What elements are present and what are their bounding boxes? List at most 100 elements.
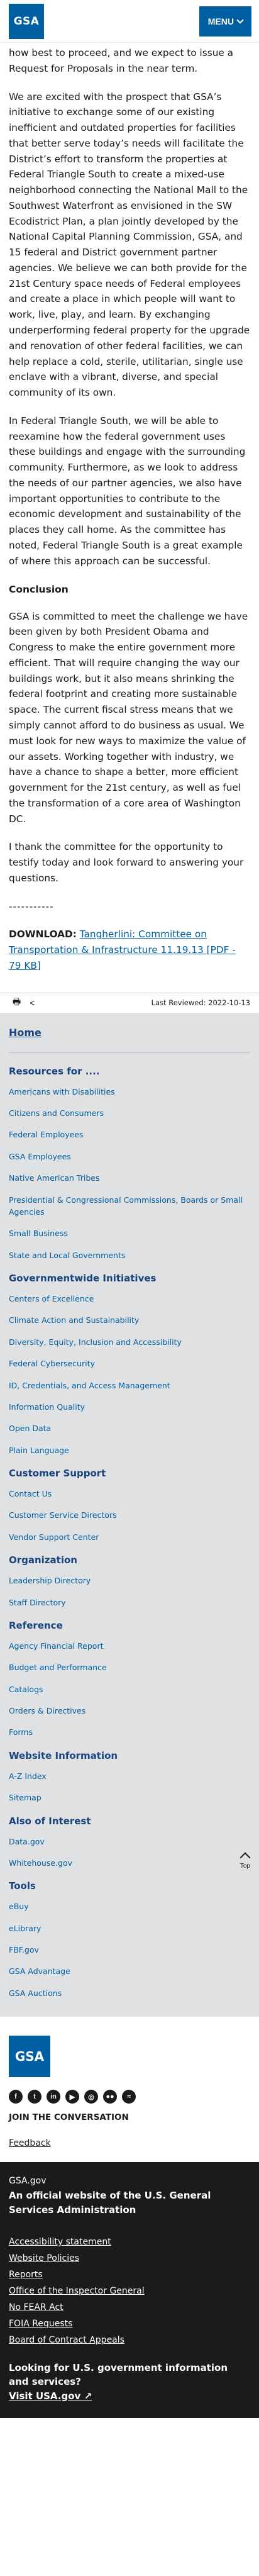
footer-link-list: A-Z Index Sitemap <box>9 1770 250 1804</box>
footer-link-list: Americans with Disabilities Citizens and … <box>9 1086 250 1261</box>
footer-link[interactable]: Catalogs <box>9 1685 43 1694</box>
footer-link[interactable]: Diversity, Equity, Inclusion and Accessi… <box>9 1337 182 1347</box>
footer-link[interactable]: Leadership Directory <box>9 1576 91 1585</box>
footer-link-list: Leadership Directory Staff Directory <box>9 1575 250 1609</box>
footer-link[interactable]: Open Data <box>9 1424 51 1433</box>
identifier-link[interactable]: Reports <box>9 2270 43 2280</box>
footer-link[interactable]: Vendor Support Center <box>9 1532 99 1542</box>
footer-link[interactable]: Staff Directory <box>9 1598 66 1607</box>
footer-link[interactable]: Federal Cybersecurity <box>9 1359 95 1368</box>
footer-link[interactable]: Native American Tribes <box>9 1173 99 1183</box>
footer-link-item: State and Local Governments <box>9 1249 250 1261</box>
footer-link-item: Information Quality <box>9 1401 250 1413</box>
footer-link[interactable]: Whitehouse.gov <box>9 1858 72 1868</box>
footer-link-item: Americans with Disabilities <box>9 1086 250 1098</box>
footer-link[interactable]: GSA Auctions <box>9 1988 62 1998</box>
footer-link-item: A-Z Index <box>9 1770 250 1782</box>
gsa-footer-logo[interactable]: GSA <box>9 2036 50 2078</box>
footer-link[interactable]: Americans with Disabilities <box>9 1087 115 1096</box>
footer-link[interactable]: FBF.gov <box>9 1945 39 1954</box>
footer-link-item: ID, Credentials, and Access Management <box>9 1380 250 1391</box>
footer-link-item: Leadership Directory <box>9 1575 250 1586</box>
footer-link[interactable]: A-Z Index <box>9 1771 47 1781</box>
footer-link[interactable]: Orders & Directives <box>9 1706 85 1715</box>
share-icon[interactable]: < <box>30 998 35 1008</box>
menu-button[interactable]: MENU <box>199 6 251 36</box>
footer-link[interactable]: Federal Employees <box>9 1130 84 1139</box>
footer-link-item: GSA Employees <box>9 1151 250 1163</box>
gsa-logo[interactable]: GSA <box>9 3 44 39</box>
footer-link[interactable]: GSA Advantage <box>9 1966 70 1976</box>
page-tool-icons: 🖶 < <box>13 995 35 1010</box>
footer-section: Also of Interest Data.gov Whitehouse.gov <box>9 1815 250 1870</box>
footer-link[interactable]: eLibrary <box>9 1924 41 1933</box>
footer-link[interactable]: Data.gov <box>9 1837 45 1846</box>
identifier-link-item: Board of Contract Appeals <box>9 2335 250 2345</box>
footer-link[interactable]: Information Quality <box>9 1402 85 1412</box>
footer-link[interactable]: Presidential & Congressional Commissions… <box>9 1195 243 1217</box>
gov-identifier: GSA.gov An official website of the U.S. … <box>0 2162 259 2418</box>
separator-line: ----------- <box>9 900 54 912</box>
footer-link[interactable]: Budget and Performance <box>9 1663 107 1672</box>
footer-link[interactable]: GSA Employees <box>9 1152 71 1161</box>
identifier-link[interactable]: Website Policies <box>9 2253 79 2263</box>
footer-link-item: Budget and Performance <box>9 1661 250 1673</box>
gsa-footer-logo-text: GSA <box>14 2049 45 2065</box>
footer-link[interactable]: eBuy <box>9 1902 29 1911</box>
footer-link-item: Staff Directory <box>9 1597 250 1609</box>
footer-link[interactable]: Small Business <box>9 1229 68 1238</box>
footer-link[interactable]: Sitemap <box>9 1793 41 1802</box>
identifier-link-item: No FEAR Act <box>9 2302 250 2312</box>
identifier-domain: GSA.gov <box>9 2176 47 2187</box>
footer-link[interactable]: Contact Us <box>9 1489 52 1498</box>
footer-section-heading: Also of Interest <box>9 1815 91 1827</box>
facebook-icon[interactable]: f <box>9 2090 23 2104</box>
rss-icon[interactable]: ≈ <box>122 2090 136 2104</box>
footer-link-item: Diversity, Equity, Inclusion and Accessi… <box>9 1336 250 1348</box>
download-label: DOWNLOAD <box>9 928 73 940</box>
print-icon[interactable]: 🖶 <box>13 995 21 1010</box>
footer-link[interactable]: Customer Service Directors <box>9 1510 117 1520</box>
identifier-link[interactable]: Office of the Inspector General <box>9 2286 145 2296</box>
footer-section-heading: Customer Support <box>9 1468 106 1480</box>
twitter-icon[interactable]: t <box>28 2090 41 2104</box>
identifier-link-item: FOIA Requests <box>9 2319 250 2329</box>
back-to-top-button[interactable]: Top <box>240 1852 251 1870</box>
footer-link[interactable]: ID, Credentials, and Access Management <box>9 1381 170 1390</box>
linkedin-icon[interactable]: in <box>47 2090 60 2104</box>
footer-link[interactable]: Forms <box>9 1727 33 1737</box>
youtube-icon[interactable]: ▶ <box>65 2090 79 2104</box>
article-paragraph: We are excited with the prospect that GS… <box>9 91 250 399</box>
footer-link-item: eBuy <box>9 1900 250 1912</box>
footer-link[interactable]: Plain Language <box>9 1446 69 1455</box>
visit-usa-gov-link[interactable]: Visit USA.gov ↗ <box>9 2390 92 2402</box>
feedback-link[interactable]: Feedback <box>9 2138 51 2148</box>
identifier-link[interactable]: No FEAR Act <box>9 2302 63 2312</box>
footer-link-item: Sitemap <box>9 1792 250 1804</box>
instagram-icon[interactable]: ◎ <box>84 2090 98 2104</box>
footer-link-item: GSA Auctions <box>9 1987 250 1999</box>
visit-usa-gov-label: Visit USA.gov <box>9 2390 81 2402</box>
footer-home-link[interactable]: Home <box>9 1027 250 1053</box>
flickr-icon[interactable]: ●● <box>103 2090 117 2104</box>
footer-link[interactable]: Citizens and Consumers <box>9 1108 104 1118</box>
download-paragraph: DOWNLOAD: Tangherlini: Committee on Tran… <box>9 927 250 973</box>
identifier-link[interactable]: FOIA Requests <box>9 2319 72 2329</box>
chevron-down-icon <box>236 16 244 24</box>
footer-link[interactable]: Agency Financial Report <box>9 1641 104 1651</box>
footer-link[interactable]: Climate Action and Sustainability <box>9 1315 139 1325</box>
footer-link[interactable]: State and Local Governments <box>9 1251 125 1260</box>
identifier-link[interactable]: Board of Contract Appeals <box>9 2335 124 2345</box>
site-header: GSA MENU <box>0 0 259 43</box>
footer-link-item: Small Business <box>9 1227 250 1239</box>
social-block: GSA f t in ▶ ◎ ●● ≈ JOIN THE CONVERSATION Feed… <box>0 2017 259 2162</box>
identifier-link[interactable]: Accessibility statement <box>9 2237 111 2247</box>
footer-link-item: FBF.gov <box>9 1944 250 1956</box>
footer-section-heading: Reference <box>9 1619 63 1631</box>
last-reviewed: Last Reviewed: 2022-10-13 <box>151 998 250 1008</box>
footer-link-item: Data.gov <box>9 1836 250 1848</box>
footer-link[interactable]: Centers of Excellence <box>9 1294 94 1303</box>
footer-link-item: Open Data <box>9 1422 250 1434</box>
usa-gov-question: Looking for U.S. government information … <box>9 2362 228 2387</box>
footer-link-item: eLibrary <box>9 1922 250 1934</box>
